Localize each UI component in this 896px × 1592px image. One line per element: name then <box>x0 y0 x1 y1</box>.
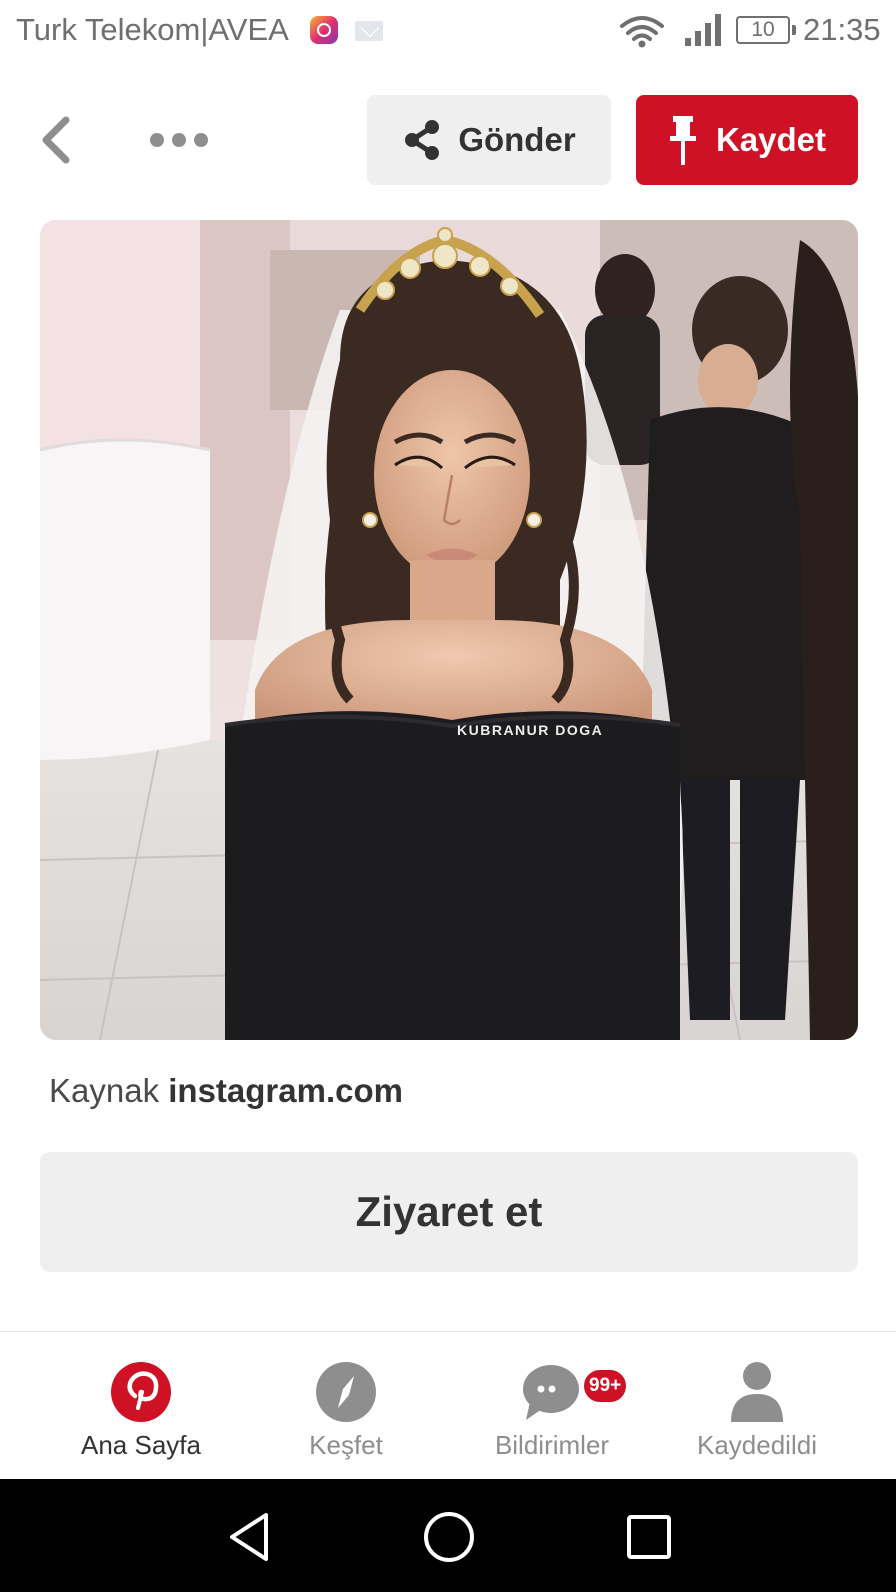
recents-square-icon[interactable] <box>619 1507 679 1567</box>
tab-explore[interactable]: Keşfet <box>234 1332 458 1480</box>
status-bar: Turk Telekom|AVEA 10 21:35 <box>0 0 896 62</box>
tab-home-label: Ana Sayfa <box>81 1430 201 1460</box>
notification-count-badge: 99+ <box>582 1368 629 1404</box>
photo-watermark: KUBRANUR DOGA <box>457 722 604 738</box>
visit-button-label: Ziyaret et <box>355 1188 543 1235</box>
tab-saved-label: Kaydedildi <box>697 1430 817 1460</box>
chevron-left-icon <box>42 116 70 164</box>
save-button[interactable]: Kaydet <box>636 95 858 185</box>
instagram-icon <box>310 16 338 44</box>
tab-explore-label: Keşfet <box>309 1430 383 1460</box>
send-button-label: Gönder <box>458 121 576 158</box>
system-nav-bar <box>0 1479 896 1592</box>
visit-button[interactable]: Ziyaret et <box>40 1152 858 1272</box>
bottom-tab-bar: Ana Sayfa Keşfet 99+ Bildirimler Kaydedi… <box>0 1331 896 1479</box>
tab-home[interactable]: Ana Sayfa <box>29 1332 253 1480</box>
tab-notifications[interactable]: 99+ Bildirimler <box>440 1332 664 1480</box>
pin-image[interactable]: KUBRANUR DOGA <box>40 220 858 1040</box>
clock-time: 21:35 <box>803 12 881 47</box>
share-icon <box>405 120 440 160</box>
compass-icon <box>316 1362 376 1422</box>
chat-bubble-icon <box>523 1365 579 1420</box>
back-button[interactable] <box>32 110 82 170</box>
signal-icon <box>685 14 721 46</box>
source-prefix: Kaynak <box>49 1072 160 1109</box>
bride-photo <box>40 220 858 1040</box>
ellipsis-icon <box>150 133 164 147</box>
battery-icon: 10 <box>736 16 796 44</box>
tab-saved[interactable]: Kaydedildi <box>645 1332 869 1480</box>
mail-icon <box>355 21 383 41</box>
send-button[interactable]: Gönder <box>367 95 611 185</box>
tab-notifications-label: Bildirimler <box>494 1430 610 1460</box>
back-triangle-icon[interactable] <box>220 1507 280 1567</box>
home-circle-icon[interactable] <box>419 1507 479 1567</box>
pin-source: Kaynak instagram.com <box>49 1072 403 1110</box>
profile-icon <box>731 1362 783 1422</box>
source-domain-link[interactable]: instagram.com <box>168 1072 403 1109</box>
wifi-icon <box>620 16 664 48</box>
save-button-label: Kaydet <box>715 121 827 158</box>
pinterest-logo-icon <box>111 1362 171 1422</box>
pin-icon <box>669 116 696 165</box>
carrier-name: Turk Telekom|AVEA <box>16 12 289 47</box>
more-options-button[interactable] <box>144 118 214 162</box>
